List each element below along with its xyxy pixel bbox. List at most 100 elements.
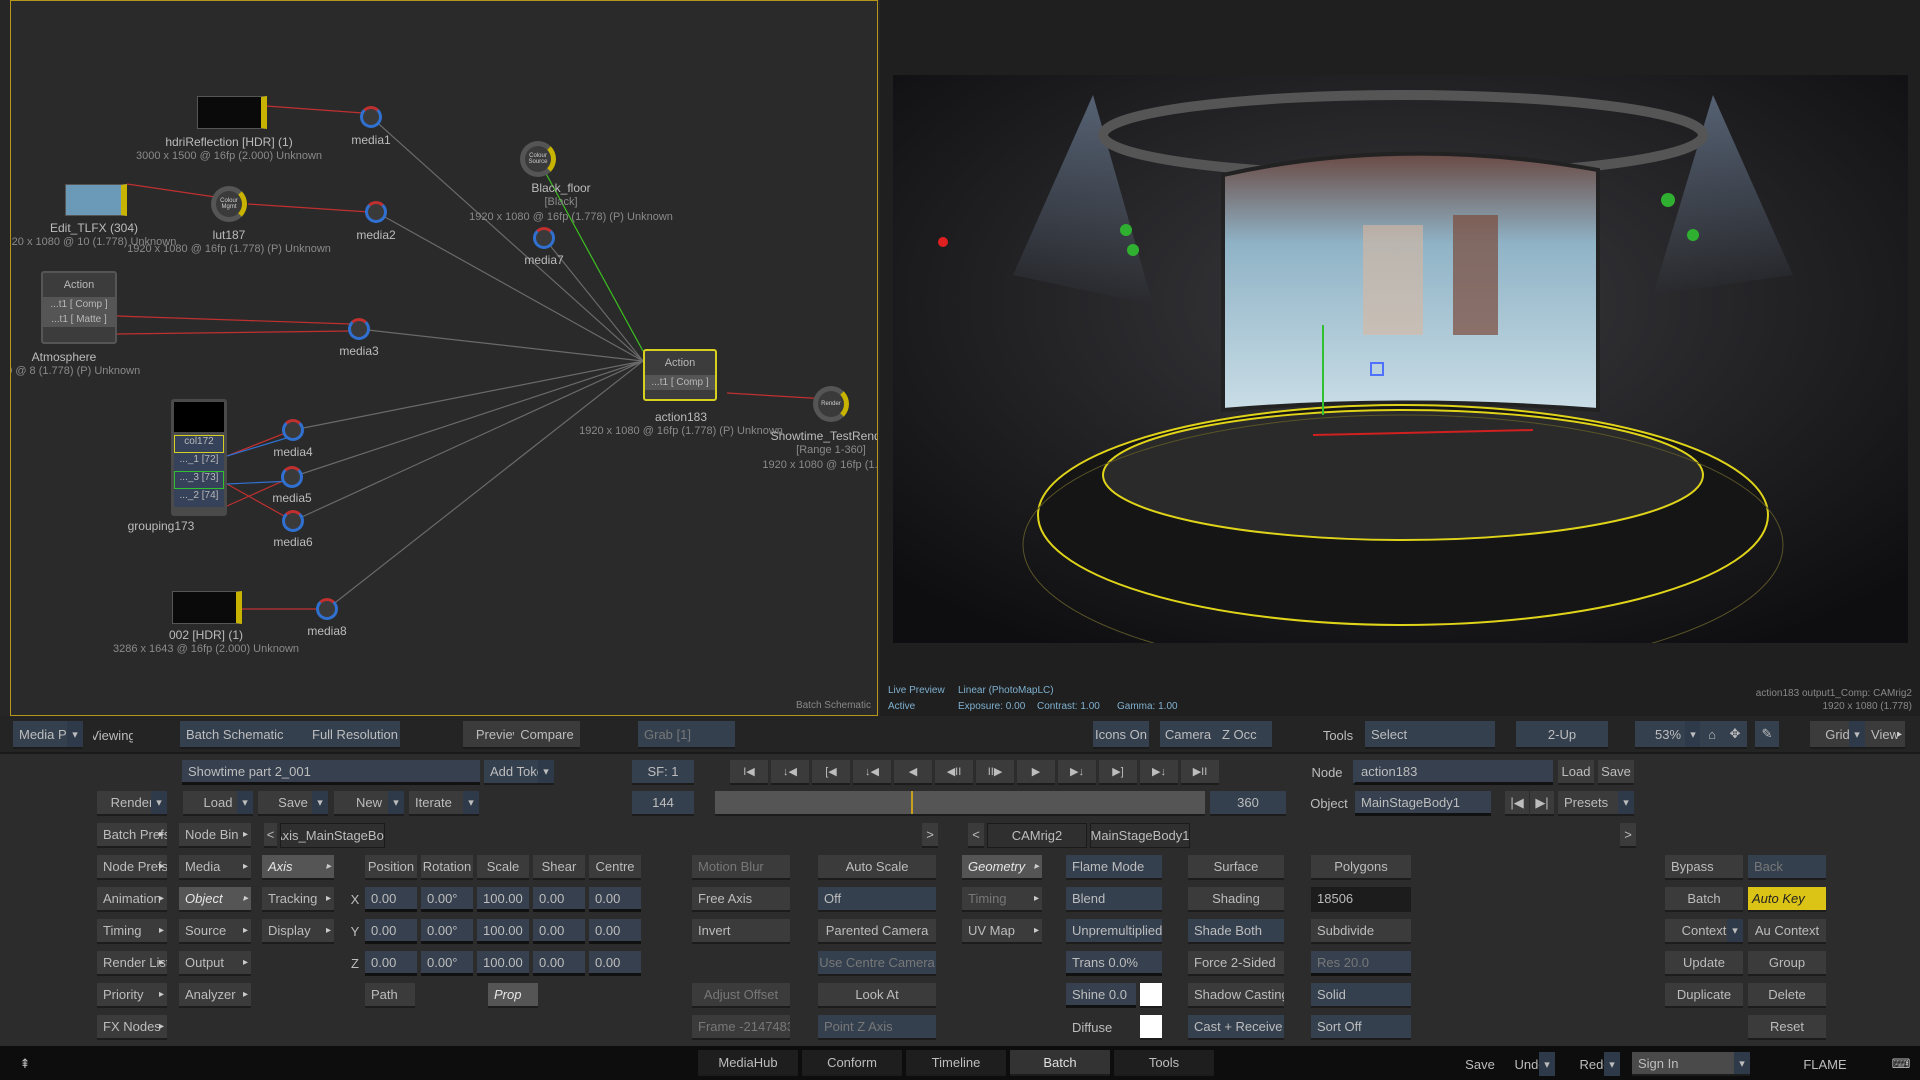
axis-z-centre-field[interactable]: 0.00 [589, 951, 641, 976]
auto-scale-button[interactable]: Auto Scale [818, 855, 936, 880]
axis-header-shear[interactable]: Shear [533, 855, 585, 880]
batch-schematic[interactable]: Batch Schematic hdriReflection [HDR] (1)… [10, 0, 878, 716]
tab-conform[interactable]: Conform [802, 1050, 902, 1076]
tab-mainstagebody1[interactable]: MainStageBody1 [1090, 823, 1190, 848]
tab-batch[interactable]: Batch [1010, 1050, 1110, 1076]
keyboard-icon[interactable]: ⌨ [1890, 1054, 1912, 1074]
undo-dropdown[interactable]: Undo [1505, 1052, 1555, 1076]
axis-x-rotation-field[interactable]: 0.00° [421, 887, 473, 912]
off-dropdown[interactable]: Off [818, 887, 936, 912]
group-row[interactable]: col172 [174, 435, 224, 453]
node-media8[interactable] [316, 598, 338, 620]
axis-header-rotation[interactable]: Rotation [421, 855, 473, 880]
connection-link[interactable] [116, 315, 352, 325]
axis-menu[interactable]: Axis [262, 855, 334, 880]
next-keyframe-icon[interactable]: ▶↓ [1140, 760, 1178, 785]
colour-picker-icon[interactable]: ✎ [1755, 721, 1779, 749]
delete-button[interactable]: Delete [1748, 983, 1826, 1008]
play-forward-icon[interactable]: II▶ [976, 760, 1014, 785]
step-back-icon[interactable]: ◀ [894, 760, 932, 785]
update-button[interactable]: Update [1665, 951, 1743, 976]
view-button[interactable]: View [1865, 721, 1905, 749]
timing-menu[interactable]: Timing [97, 919, 167, 944]
setup-name-field[interactable]: Showtime part 2_001 [182, 760, 480, 785]
bypass-button[interactable]: Bypass [1665, 855, 1743, 880]
free-axis-button[interactable]: Free Axis [692, 887, 790, 912]
prev-keyframe-icon[interactable]: ↓◀ [771, 760, 809, 785]
output-menu[interactable]: Output [179, 951, 251, 976]
media-menu[interactable]: Media [179, 855, 251, 880]
node-edit-tlfx-304-[interactable] [65, 184, 127, 216]
group-row[interactable]: ..._1 [72] [174, 453, 224, 471]
connection-link[interactable] [291, 360, 644, 478]
full-resolution-button[interactable]: Full Resolution [310, 721, 400, 749]
save-button[interactable]: Save [1462, 1052, 1498, 1076]
goto-in-icon[interactable]: [◀ [812, 760, 850, 785]
polygons-button[interactable]: Polygons [1311, 855, 1411, 880]
node-002-hdr-1-[interactable] [172, 591, 242, 624]
shading-button[interactable]: Shading [1188, 887, 1284, 912]
shine-field[interactable]: Shine 0.0 [1066, 983, 1136, 1008]
source-menu[interactable]: Source [179, 919, 251, 944]
node-output-socket[interactable]: ...t1 [ Matte ] [43, 312, 115, 327]
axis-x-position-field[interactable]: 0.00 [365, 887, 417, 912]
point-z-axis-button[interactable]: Point Z Axis [818, 1015, 936, 1040]
start-frame-field[interactable]: SF: 1 [632, 760, 694, 785]
load-dropdown[interactable]: Load [183, 791, 253, 816]
connection-link[interactable] [292, 360, 644, 522]
node-media5[interactable] [281, 466, 303, 488]
connection-link[interactable] [375, 211, 644, 362]
group-button[interactable]: Group [1748, 951, 1826, 976]
au-context-button[interactable]: Au Context [1748, 919, 1826, 944]
axis-x-scale-field[interactable]: 100.00 [477, 887, 529, 912]
render-list-menu[interactable]: Render List [97, 951, 167, 976]
batch-button[interactable]: Batch [1665, 887, 1743, 912]
icons-on-button[interactable]: Icons On [1093, 721, 1149, 749]
batch-prefs-menu[interactable]: Batch Prefs [97, 823, 167, 848]
reset-button[interactable]: Reset [1748, 1015, 1826, 1040]
goto-start-icon[interactable]: I◀ [730, 760, 768, 785]
cast-receive-dropdown[interactable]: Cast + Receive [1188, 1015, 1284, 1040]
tab-scroll-right[interactable]: > [922, 823, 938, 848]
motion-blur-button[interactable]: Motion Blur [692, 855, 790, 880]
camera-button[interactable]: Camera [1160, 721, 1216, 749]
grab-button[interactable]: Grab [1] [638, 721, 735, 749]
axis-z-rotation-field[interactable]: 0.00° [421, 951, 473, 976]
iterate-dropdown[interactable]: Iterate [409, 791, 479, 816]
object-name-field[interactable]: MainStageBody1 [1355, 791, 1491, 816]
group-row[interactable]: ..._3 [73] [174, 471, 224, 489]
display-menu[interactable]: Display [262, 919, 334, 944]
res-field[interactable]: Res 20.0 [1311, 951, 1411, 976]
node-media6[interactable] [282, 510, 304, 532]
frame-field[interactable]: Frame -2147483 [692, 1015, 790, 1040]
node-media3[interactable] [348, 318, 370, 340]
collapse-panel-icon[interactable]: ⇞ [14, 1054, 36, 1074]
axis-node-tab[interactable]: Axis_MainStageBod [280, 823, 385, 848]
axis-y-scale-field[interactable]: 100.00 [477, 919, 529, 944]
play-backward-icon[interactable]: ◀II [935, 760, 973, 785]
viewer-image[interactable] [893, 75, 1908, 643]
tab-scroll-right-2[interactable]: > [1620, 823, 1636, 848]
flame-mode-button[interactable]: Flame Mode [1066, 855, 1162, 880]
node-hdrireflection-hdr-1-[interactable] [197, 96, 267, 129]
sign-in-dropdown[interactable]: Sign In [1632, 1052, 1750, 1076]
timing-sub-menu[interactable]: Timing [962, 887, 1042, 912]
axis-y-centre-field[interactable]: 0.00 [589, 919, 641, 944]
media-panel-dropdown[interactable]: Media Panel [13, 721, 83, 749]
timeline-scrubber[interactable] [715, 791, 1205, 816]
axis-y-rotation-field[interactable]: 0.00° [421, 919, 473, 944]
tab-scroll-left[interactable]: < [968, 823, 984, 848]
axis-header-scale[interactable]: Scale [477, 855, 529, 880]
node-media1[interactable] [360, 106, 382, 128]
node-name-field[interactable]: action183 [1355, 760, 1553, 785]
diffuse-colour-swatch[interactable] [1140, 1015, 1162, 1040]
prev-object-icon[interactable]: |◀ [1505, 791, 1529, 816]
geometry-menu[interactable]: Geometry [962, 855, 1042, 880]
goto-end-icon[interactable]: ▶II [1181, 760, 1219, 785]
axis-header-position[interactable]: Position [365, 855, 417, 880]
axis-y-position-field[interactable]: 0.00 [365, 919, 417, 944]
node-prefs-menu[interactable]: Node Prefs [97, 855, 167, 880]
trans-field[interactable]: Trans 0.0% [1066, 951, 1162, 976]
shadow-casting-button[interactable]: Shadow Casting [1188, 983, 1284, 1008]
add-token-dropdown[interactable]: Add Token [484, 760, 554, 785]
